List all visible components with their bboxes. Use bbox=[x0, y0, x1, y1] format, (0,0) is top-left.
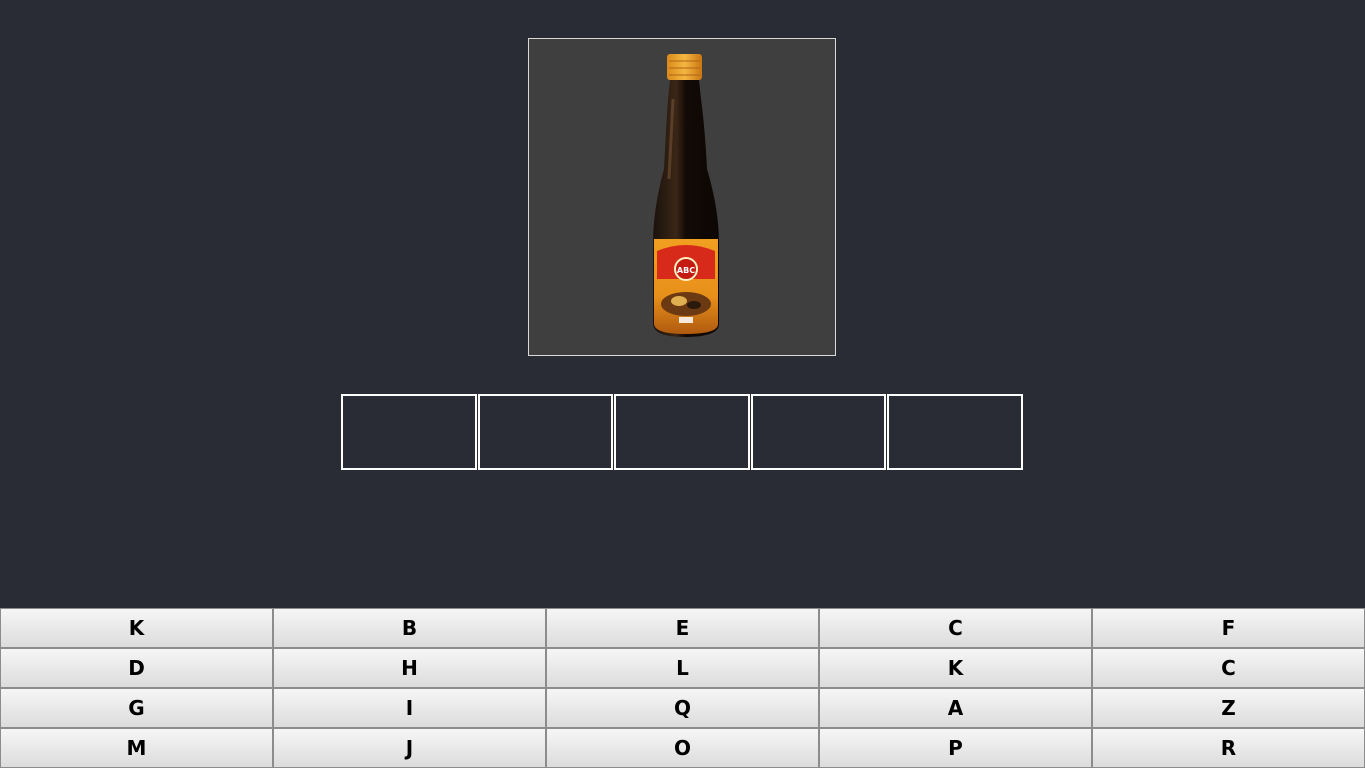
letter-key[interactable]: C bbox=[819, 608, 1092, 648]
letter-key[interactable]: R bbox=[1092, 728, 1365, 768]
bottle-cap bbox=[667, 54, 702, 80]
letter-key[interactable]: J bbox=[273, 728, 546, 768]
soy-sauce-bottle-image: ABC bbox=[653, 54, 719, 337]
letter-key[interactable]: P bbox=[819, 728, 1092, 768]
letter-key[interactable]: F bbox=[1092, 608, 1365, 648]
answer-slot-3[interactable] bbox=[614, 394, 750, 470]
letter-key[interactable]: K bbox=[819, 648, 1092, 688]
bottle-brand-logo: ABC bbox=[677, 266, 695, 275]
letter-key[interactable]: I bbox=[273, 688, 546, 728]
letter-key[interactable]: O bbox=[546, 728, 819, 768]
answer-slot-4[interactable] bbox=[750, 394, 887, 470]
letter-key[interactable]: Z bbox=[1092, 688, 1365, 728]
letter-key[interactable]: G bbox=[0, 688, 273, 728]
clue-picture: ABC bbox=[528, 38, 836, 356]
letter-key[interactable]: C bbox=[1092, 648, 1365, 688]
letter-keyboard: K B E C F D H L K C G I Q A Z M J O P R bbox=[0, 608, 1365, 768]
letter-key[interactable]: H bbox=[273, 648, 546, 688]
letter-key[interactable]: D bbox=[0, 648, 273, 688]
answer-slot-5[interactable] bbox=[887, 394, 1023, 470]
letter-key[interactable]: E bbox=[546, 608, 819, 648]
letter-key[interactable]: M bbox=[0, 728, 273, 768]
letter-key[interactable]: A bbox=[819, 688, 1092, 728]
game-screen: ABC K B E C F D H L K C G I Q A Z M J O … bbox=[0, 0, 1365, 768]
letter-key[interactable]: B bbox=[273, 608, 546, 648]
letter-key[interactable]: Q bbox=[546, 688, 819, 728]
answer-slots bbox=[341, 394, 1023, 470]
answer-slot-2[interactable] bbox=[477, 394, 614, 470]
letter-key[interactable]: L bbox=[546, 648, 819, 688]
letter-key[interactable]: K bbox=[0, 608, 273, 648]
answer-slot-1[interactable] bbox=[341, 394, 477, 470]
